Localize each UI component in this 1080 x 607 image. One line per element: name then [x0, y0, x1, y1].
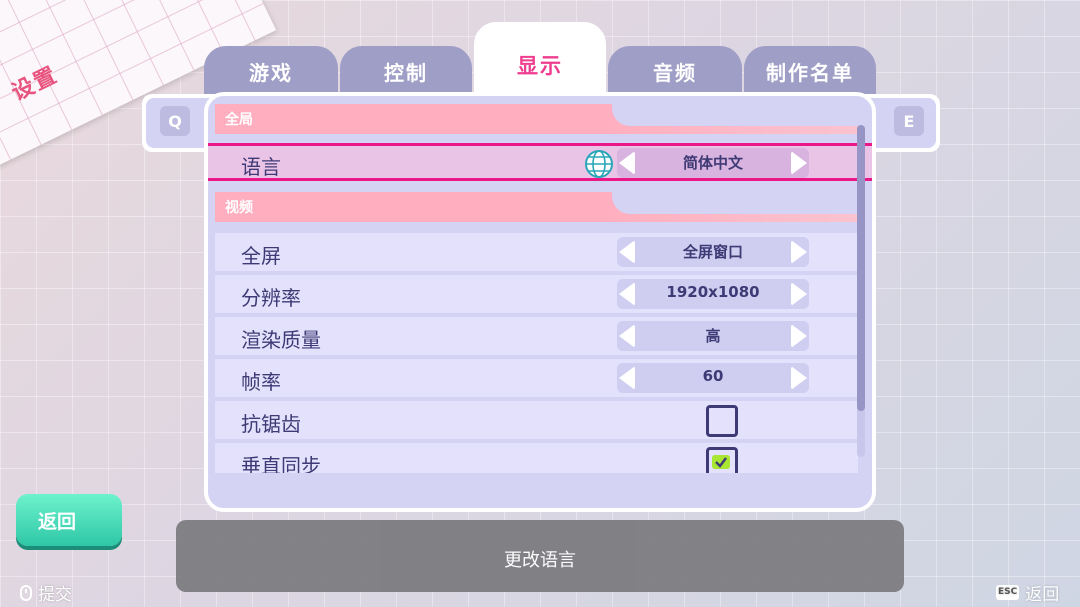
fullscreen-next-arrow[interactable] [791, 240, 807, 264]
resolution-selector[interactable]: 1920x1080 [617, 279, 809, 309]
resolution-value: 1920x1080 [666, 283, 760, 301]
setting-row-vsync[interactable]: 垂直同步 [215, 443, 858, 473]
resolution-prev-arrow[interactable] [619, 282, 635, 306]
mouse-icon [20, 584, 32, 601]
setting-row-language[interactable]: 语言 简体中文 [208, 143, 872, 181]
submit-hint: 提交 [20, 580, 72, 605]
language-label: 语言 [241, 155, 281, 179]
framerate-selector[interactable]: 60 [617, 363, 809, 393]
render-quality-next-arrow[interactable] [791, 324, 807, 348]
esc-back-hint[interactable]: ESC 返回 [996, 580, 1059, 605]
render-quality-selector[interactable]: 高 [617, 321, 809, 351]
description-box: 更改语言 [176, 520, 904, 592]
tab-game[interactable]: 游戏 [204, 46, 338, 98]
section-video-label: 视频 [225, 200, 253, 216]
next-tab-key[interactable]: E [894, 106, 924, 136]
setting-row-render-quality[interactable]: 渲染质量 高 [215, 317, 858, 355]
esc-key-icon: ESC [996, 585, 1020, 600]
fullscreen-label: 全屏 [241, 244, 281, 268]
section-global-label: 全局 [225, 112, 253, 128]
settings-scrollbar[interactable] [857, 125, 865, 457]
globe-icon [585, 150, 613, 178]
tab-display[interactable]: 显示 [474, 22, 606, 100]
resolution-label: 分辨率 [241, 286, 301, 310]
setting-row-fullscreen[interactable]: 全屏 全屏窗口 [215, 233, 858, 271]
language-prev-arrow[interactable] [619, 151, 635, 175]
setting-row-resolution[interactable]: 分辨率 1920x1080 [215, 275, 858, 313]
vsync-checkbox[interactable] [706, 447, 738, 473]
render-quality-value: 高 [705, 327, 721, 345]
checkmark-icon [712, 455, 730, 469]
vsync-label: 垂直同步 [241, 454, 321, 473]
framerate-next-arrow[interactable] [791, 366, 807, 390]
language-next-arrow[interactable] [791, 151, 807, 175]
framerate-value: 60 [702, 367, 724, 385]
back-button[interactable]: 返回 [16, 494, 122, 546]
scrollbar-thumb[interactable] [857, 125, 865, 411]
language-value: 简体中文 [682, 154, 743, 172]
back-button-label: 返回 [37, 510, 76, 533]
fullscreen-prev-arrow[interactable] [619, 240, 635, 264]
setting-row-antialiasing[interactable]: 抗锯齿 [215, 401, 858, 439]
tab-controls[interactable]: 控制 [340, 46, 472, 98]
tab-audio[interactable]: 音频 [608, 46, 742, 98]
framerate-prev-arrow[interactable] [619, 366, 635, 390]
setting-row-framerate[interactable]: 帧率 60 [215, 359, 858, 397]
esc-back-label: 返回 [1025, 585, 1060, 605]
resolution-next-arrow[interactable] [791, 282, 807, 306]
submit-hint-label: 提交 [38, 585, 72, 605]
language-selector[interactable]: 简体中文 [617, 148, 809, 178]
tab-credits[interactable]: 制作名单 [744, 46, 876, 98]
prev-tab-key[interactable]: Q [160, 106, 190, 136]
antialiasing-label: 抗锯齿 [241, 412, 301, 436]
section-global: 全局 [215, 104, 858, 134]
render-quality-prev-arrow[interactable] [619, 324, 635, 348]
render-quality-label: 渲染质量 [241, 328, 321, 352]
fullscreen-value: 全屏窗口 [682, 243, 743, 261]
framerate-label: 帧率 [241, 370, 281, 394]
antialiasing-checkbox[interactable] [706, 405, 738, 437]
fullscreen-selector[interactable]: 全屏窗口 [617, 237, 809, 267]
section-video: 视频 [215, 192, 858, 222]
description-text: 更改语言 [504, 550, 576, 571]
